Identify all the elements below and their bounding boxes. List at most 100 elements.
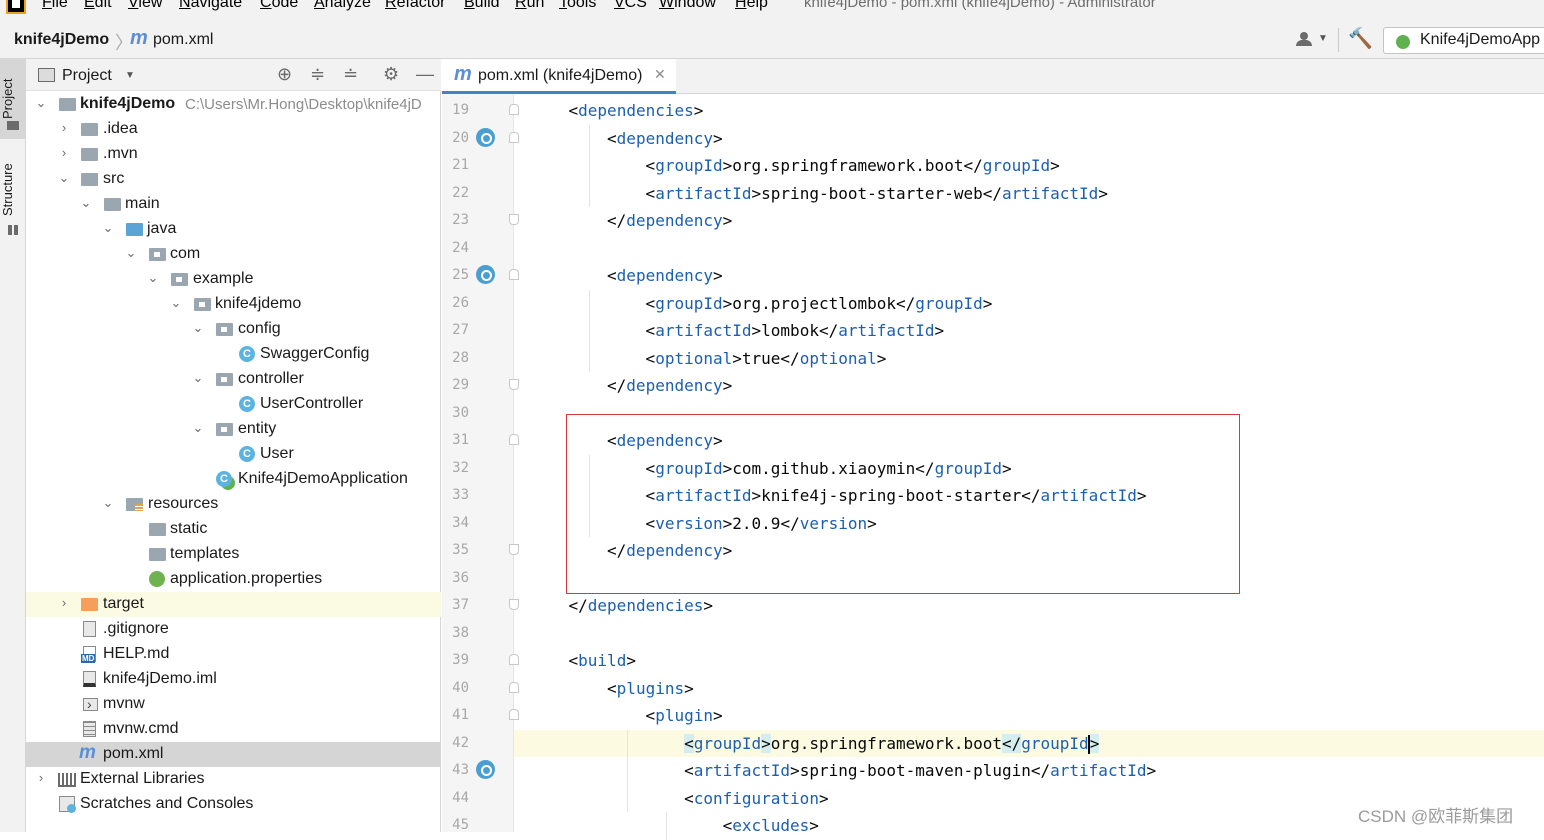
tree-item-external-libraries[interactable]: › External Libraries xyxy=(26,767,441,792)
xml-tag-part: > xyxy=(1050,156,1060,175)
tree-item-label: Knife4jDemoApplication xyxy=(238,470,408,487)
locate-crosshair-icon[interactable]: ⊕ xyxy=(277,64,292,85)
menu-navigate[interactable]: Navigate xyxy=(179,0,242,12)
menu-vcs[interactable]: VCS xyxy=(614,0,647,12)
tree-item-mvn[interactable]: › .mvn xyxy=(26,142,441,167)
tree-item-pom-xml[interactable]: m pom.xml xyxy=(26,742,441,767)
tree-item-knife4jdemo[interactable]: ⌄ knife4jdemo xyxy=(26,292,441,317)
menu-refactor[interactable]: Refactor xyxy=(385,0,445,12)
tree-item-scratches[interactable]: Scratches and Consoles xyxy=(26,792,441,817)
tree-item-entity[interactable]: ⌄ entity xyxy=(26,417,441,442)
chevron-down-icon[interactable]: ⌄ xyxy=(79,195,93,211)
chevron-right-icon[interactable]: › xyxy=(57,595,71,610)
project-panel-title[interactable]: Project xyxy=(62,67,112,85)
chevron-down-icon[interactable]: ⌄ xyxy=(191,370,205,386)
tree-item-label: .mvn xyxy=(103,145,138,162)
excluded-folder-icon xyxy=(81,598,98,611)
menu-tools[interactable]: Tools xyxy=(559,0,596,12)
chevron-down-icon[interactable]: ⌄ xyxy=(191,320,205,336)
menu-analyze[interactable]: Analyze xyxy=(314,0,371,12)
tree-item-gitignore[interactable]: .gitignore xyxy=(26,617,441,642)
expand-all-icon[interactable]: ≑ xyxy=(310,64,325,85)
editor-tab-label: pom.xml (knife4jDemo) xyxy=(478,67,643,84)
hide-panel-icon[interactable]: — xyxy=(416,64,434,85)
menu-mnemonic: R xyxy=(385,0,397,11)
spring-boot-class-icon: C xyxy=(216,471,232,487)
run-configuration-selector[interactable]: Knife4jDemoApp xyxy=(1383,27,1544,54)
tree-item-config[interactable]: ⌄ config xyxy=(26,317,441,342)
package-icon xyxy=(216,423,233,436)
xml-tag-part: < xyxy=(568,101,579,120)
tree-item-knife4jdemoapplication[interactable]: C Knife4jDemoApplication xyxy=(26,467,441,492)
tree-item-help-md[interactable]: HELP.md xyxy=(26,642,441,667)
xml-tag: </groupId> xyxy=(1001,733,1100,754)
chevron-down-icon[interactable]: ▼ xyxy=(1318,33,1328,44)
menu-code[interactable]: Code xyxy=(260,0,298,12)
menu-mnemonic: H xyxy=(735,0,747,11)
chevron-down-icon[interactable]: ⌄ xyxy=(57,170,71,186)
xml-tag-part: groupId xyxy=(655,156,723,175)
chevron-down-icon[interactable]: ⌄ xyxy=(169,295,183,311)
user-icon[interactable] xyxy=(1296,32,1314,46)
tree-item-idea[interactable]: › .idea xyxy=(26,117,441,142)
tree-item-root-module[interactable]: ⌄ knife4jDemo C:\Users\Mr.Hong\Desktop\k… xyxy=(26,92,441,117)
close-icon[interactable]: ✕ xyxy=(654,66,666,83)
breadcrumb-file[interactable]: pom.xml xyxy=(153,31,213,49)
menu-run[interactable]: Run xyxy=(515,0,544,12)
tree-item-label: .idea xyxy=(103,120,138,137)
editor-tab-bar: m pom.xml (knife4jDemo) ✕ xyxy=(442,59,1544,94)
tree-item-label: resources xyxy=(148,495,219,512)
chevron-down-icon[interactable]: ⌄ xyxy=(101,495,115,511)
chevron-right-icon[interactable]: › xyxy=(57,145,71,160)
maven-override-gutter-icon[interactable] xyxy=(476,265,495,284)
tree-item-swaggerconfig[interactable]: C SwaggerConfig xyxy=(26,342,441,367)
maven-override-gutter-icon[interactable] xyxy=(476,760,495,779)
maven-override-gutter-icon[interactable] xyxy=(476,127,495,147)
xml-tag-part: plugin xyxy=(655,706,713,725)
tree-item-mvnw[interactable]: mvnw xyxy=(26,692,441,717)
tree-item-user[interactable]: C User xyxy=(26,442,441,467)
tool-tab-structure[interactable]: Structure xyxy=(0,155,26,225)
chevron-right-icon[interactable]: › xyxy=(57,120,71,135)
line-number: 20 xyxy=(452,129,469,146)
xml-tag-part: </ xyxy=(818,321,839,340)
menu-help[interactable]: Help xyxy=(735,0,768,12)
tree-item-resources[interactable]: ⌄ resources xyxy=(26,492,441,517)
line-number: 41 xyxy=(452,707,469,723)
tree-item-main[interactable]: ⌄ main xyxy=(26,192,441,217)
menu-view[interactable]: View xyxy=(128,0,162,12)
menu-window[interactable]: Window xyxy=(659,0,716,12)
chevron-down-icon[interactable]: ⌄ xyxy=(101,220,115,236)
package-icon xyxy=(194,298,211,311)
tree-item-static[interactable]: static xyxy=(26,517,441,542)
build-hammer-icon[interactable]: 🔨 xyxy=(1348,26,1373,51)
chevron-down-icon[interactable]: ▼ xyxy=(125,70,135,81)
editor-tab-pom-xml[interactable]: m pom.xml (knife4jDemo) ✕ xyxy=(442,59,676,94)
tree-item-src[interactable]: ⌄ src xyxy=(26,167,441,192)
chevron-right-icon[interactable]: › xyxy=(34,770,48,785)
tree-item-mvnw-cmd[interactable]: mvnw.cmd xyxy=(26,717,441,742)
tree-item-com[interactable]: ⌄ com xyxy=(26,242,441,267)
xml-tag: <groupId> xyxy=(646,294,733,313)
breadcrumb-project[interactable]: knife4jDemo xyxy=(14,31,109,49)
chevron-down-icon[interactable]: ⌄ xyxy=(34,95,48,111)
xml-tag-part: dependency xyxy=(626,376,723,395)
xml-tag-part: groupId xyxy=(915,293,983,313)
collapse-all-icon[interactable]: ≐ xyxy=(343,64,358,85)
tree-item-controller[interactable]: ⌄ controller xyxy=(26,367,441,392)
tree-item-example[interactable]: ⌄ example xyxy=(26,267,441,292)
tree-item-java[interactable]: ⌄ java xyxy=(26,217,441,242)
tree-item-target[interactable]: › target xyxy=(26,592,441,617)
menu-edit[interactable]: Edit xyxy=(84,0,112,12)
tree-item-application-properties[interactable]: application.properties xyxy=(26,567,441,592)
tree-item-templates[interactable]: templates xyxy=(26,542,441,567)
chevron-down-icon[interactable]: ⌄ xyxy=(146,270,160,286)
menu-file[interactable]: File xyxy=(42,0,68,12)
menu-build[interactable]: Build xyxy=(464,0,500,12)
chevron-down-icon[interactable]: ⌄ xyxy=(191,420,205,436)
chevron-down-icon[interactable]: ⌄ xyxy=(124,245,138,261)
tree-item-usercontroller[interactable]: C UserController xyxy=(26,392,441,417)
gear-icon[interactable]: ⚙ xyxy=(383,64,399,85)
tree-item-iml[interactable]: knife4jDemo.iml xyxy=(26,667,441,692)
xml-tag: <dependencies> xyxy=(569,101,704,120)
